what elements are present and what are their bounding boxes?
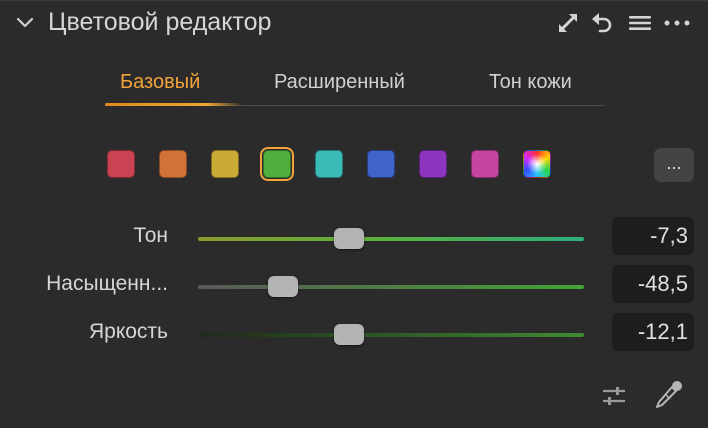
hue-value-field[interactable]: -7,3 bbox=[612, 217, 694, 255]
color-editor-panel: Цветовой редактор Базовый Расширенный То… bbox=[0, 0, 708, 428]
adjustments-icon[interactable] bbox=[600, 383, 628, 409]
brightness-label: Яркость bbox=[88, 320, 168, 343]
saturation-value-field[interactable]: -48,5 bbox=[612, 265, 694, 303]
chevron-down-icon[interactable] bbox=[14, 12, 36, 34]
hue-label: Тон bbox=[133, 224, 168, 247]
swatch-purple[interactable] bbox=[419, 150, 447, 178]
brightness-slider-track[interactable] bbox=[198, 333, 584, 337]
menu-icon[interactable] bbox=[627, 10, 653, 36]
more-icon[interactable] bbox=[662, 10, 692, 36]
hue-slider-thumb[interactable] bbox=[333, 228, 364, 249]
brightness-value-field[interactable]: -12,1 bbox=[612, 313, 694, 351]
reset-icon[interactable] bbox=[589, 10, 615, 36]
swatch-green[interactable] bbox=[260, 147, 294, 181]
panel-title: Цветовой редактор bbox=[48, 8, 272, 36]
swatch-aqua[interactable] bbox=[315, 150, 343, 178]
hue-slider-track[interactable] bbox=[198, 237, 584, 241]
tab-basic[interactable]: Базовый bbox=[120, 68, 200, 96]
saturation-slider-track[interactable] bbox=[198, 285, 584, 289]
swatch-blue[interactable] bbox=[367, 150, 395, 178]
tab-advanced[interactable]: Расширенный bbox=[274, 68, 405, 96]
swatch-all-colors[interactable] bbox=[523, 150, 551, 178]
saturation-slider-thumb[interactable] bbox=[267, 276, 298, 297]
swatch-orange[interactable] bbox=[159, 150, 187, 178]
brightness-slider-thumb[interactable] bbox=[333, 324, 364, 345]
panel-header: Цветовой редактор bbox=[0, 0, 708, 46]
tab-bar: Базовый Расширенный Тон кожи bbox=[105, 62, 605, 106]
more-colors-button[interactable]: ... bbox=[654, 148, 694, 182]
active-tab-indicator bbox=[105, 103, 242, 106]
saturation-label: Насыщенн... bbox=[46, 272, 168, 295]
tab-skin-tone[interactable]: Тон кожи bbox=[489, 68, 572, 96]
swatch-magenta[interactable] bbox=[471, 150, 499, 178]
swatch-red[interactable] bbox=[107, 150, 135, 178]
color-picker-icon[interactable] bbox=[650, 377, 686, 413]
swatch-yellow[interactable] bbox=[211, 150, 239, 178]
expand-icon[interactable] bbox=[555, 10, 581, 36]
